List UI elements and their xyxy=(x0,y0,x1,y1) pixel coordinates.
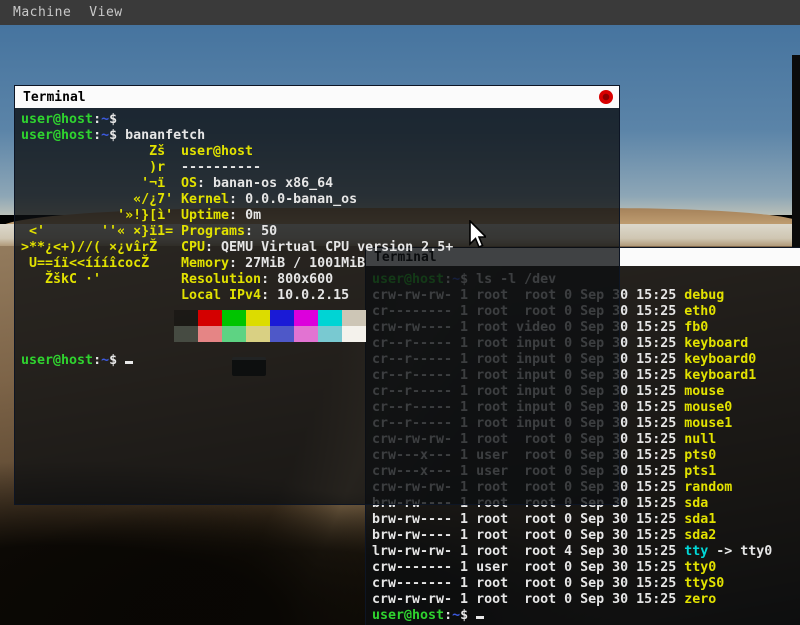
ls-row: crw------- 1 root root 0 Sep 30 15:25 tt… xyxy=(372,576,800,592)
palette-swatch xyxy=(294,326,318,342)
palette-swatch xyxy=(198,326,222,342)
text-cursor xyxy=(476,616,484,619)
terminal1-title: Terminal xyxy=(23,90,86,105)
ls-row: crw------- 1 user root 0 Sep 30 15:25 tt… xyxy=(372,560,800,576)
palette-swatch xyxy=(342,326,366,342)
vm-screen: Machine View Terminal user@host:~$ ls -l… xyxy=(0,0,800,625)
terminal-window-1[interactable]: Terminal user@host:~$ user@host:~$ banan… xyxy=(14,85,620,505)
palette-swatch xyxy=(246,310,270,326)
fetch-info-line: Kernel: 0.0.0-banan_os xyxy=(181,192,453,208)
palette-swatch xyxy=(294,310,318,326)
wallpaper-dark-edge xyxy=(792,55,800,251)
terminal1-prompt-3: user@host:~$ xyxy=(21,353,133,369)
palette-swatch xyxy=(222,326,246,342)
palette-swatch xyxy=(270,326,294,342)
fetch-info-line: Local IPv4: 10.0.2.15 xyxy=(181,288,453,304)
close-button[interactable] xyxy=(599,90,613,104)
palette-row-normal xyxy=(174,310,366,326)
ls-row: crw-rw-rw- 1 root root 0 Sep 30 15:25 ze… xyxy=(372,592,800,608)
fetch-info: user@host----------OS: banan-os x86_64Ke… xyxy=(181,144,453,304)
fetch-info-line: Programs: 50 xyxy=(181,224,453,240)
palette-swatch xyxy=(174,310,198,326)
fetch-info-line: user@host xyxy=(181,144,453,160)
palette-swatch xyxy=(246,326,270,342)
menu-machine[interactable]: Machine xyxy=(13,5,71,20)
palette-swatch xyxy=(174,326,198,342)
palette-swatch xyxy=(342,310,366,326)
color-palette xyxy=(174,310,366,342)
palette-swatch xyxy=(270,310,294,326)
mouse-pointer-icon xyxy=(466,220,486,250)
palette-swatch xyxy=(198,310,222,326)
menu-view[interactable]: View xyxy=(89,5,122,20)
ls-row: lrw-rw-rw- 1 root root 4 Sep 30 15:25 tt… xyxy=(372,544,800,560)
palette-row-bright xyxy=(174,326,366,342)
text-cursor xyxy=(125,361,133,364)
terminal2-prompt-line: user@host:~$ xyxy=(372,608,800,624)
ls-row: brw-rw---- 1 root root 0 Sep 30 15:25 sd… xyxy=(372,512,800,528)
terminal1-prompt-2: user@host:~$ bananfetch xyxy=(21,128,205,144)
palette-swatch xyxy=(222,310,246,326)
palette-swatch xyxy=(318,310,342,326)
fetch-info-line: Uptime: 0m xyxy=(181,208,453,224)
vm-menubar: Machine View xyxy=(0,0,800,25)
terminal1-content[interactable]: user@host:~$ user@host:~$ bananfetch Zš … xyxy=(15,108,619,504)
fetch-info-line: Memory: 27MiB / 1001MiB xyxy=(181,256,453,272)
fetch-info-line: ---------- xyxy=(181,160,453,176)
fetch-info-line: CPU: QEMU Virtual CPU version 2.5+ xyxy=(181,240,453,256)
fetch-info-line: OS: banan-os x86_64 xyxy=(181,176,453,192)
fetch-art: Zš )r '¬ï «/¿7' '»!}[ì' <' ''« ×}ï1= >**… xyxy=(21,144,173,288)
terminal1-prompt-1: user@host:~$ xyxy=(21,112,125,128)
fetch-info-line: Resolution: 800x600 xyxy=(181,272,453,288)
ls-row: brw-rw---- 1 root root 0 Sep 30 15:25 sd… xyxy=(372,528,800,544)
palette-swatch xyxy=(318,326,342,342)
terminal1-titlebar[interactable]: Terminal xyxy=(15,86,619,108)
